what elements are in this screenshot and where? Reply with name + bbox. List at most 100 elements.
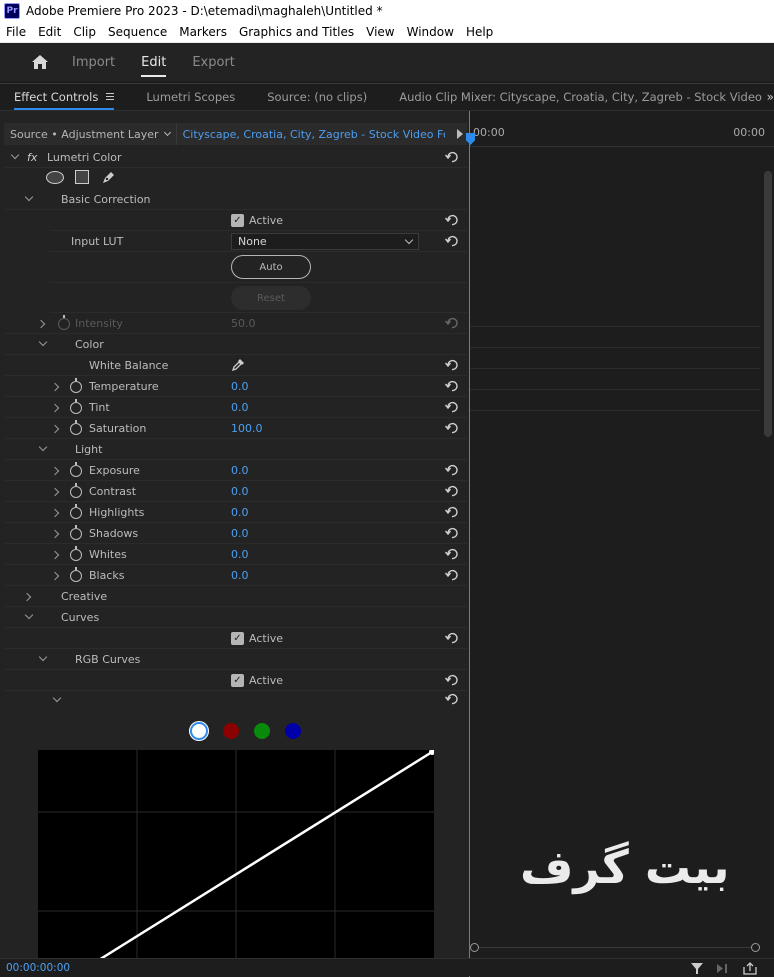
param-value[interactable]: 0.0 <box>231 464 249 477</box>
menu-window[interactable]: Window <box>407 25 454 39</box>
chevron-right-icon[interactable] <box>50 571 60 581</box>
reset-icon[interactable] <box>445 234 459 248</box>
scroll-start-handle[interactable] <box>470 943 479 952</box>
stopwatch-icon[interactable] <box>70 378 82 393</box>
param-value[interactable]: 100.0 <box>231 422 263 435</box>
stopwatch-icon[interactable] <box>70 567 82 582</box>
play-icon[interactable] <box>457 129 463 139</box>
rgb-curve-graph[interactable] <box>38 750 434 960</box>
menu-markers[interactable]: Markers <box>179 25 227 39</box>
chevron-right-icon[interactable] <box>50 403 60 413</box>
stopwatch-icon[interactable] <box>70 420 82 435</box>
curves-active-checkbox[interactable]: ✓ <box>231 631 244 645</box>
menu-view[interactable]: View <box>366 25 394 39</box>
stopwatch-icon[interactable] <box>70 462 82 477</box>
chevron-down-icon[interactable] <box>52 693 62 703</box>
section-basic-correction[interactable]: Basic Correction <box>4 189 467 210</box>
clip-label[interactable]: Cityscape, Croatia, City, Zagreb - Stock… <box>177 128 445 141</box>
auto-button[interactable]: Auto <box>231 255 311 279</box>
chevron-down-icon[interactable] <box>38 442 48 452</box>
play-only-audio-icon[interactable] <box>716 963 730 974</box>
param-value[interactable]: 0.0 <box>231 506 249 519</box>
chevron-right-icon[interactable] <box>50 529 60 539</box>
stopwatch-icon[interactable] <box>58 315 70 330</box>
reset-icon[interactable] <box>445 150 459 164</box>
export-frame-icon[interactable] <box>742 962 758 975</box>
reset-icon[interactable] <box>445 547 459 561</box>
ellipse-mask-icon[interactable] <box>46 171 64 184</box>
tab-effect-controls[interactable]: Effect Controls <box>14 90 115 110</box>
section-curves[interactable]: Curves <box>4 607 467 628</box>
channel-blue-dot[interactable] <box>285 723 301 739</box>
vertical-scrollbar[interactable] <box>764 171 772 437</box>
channel-green-dot[interactable] <box>254 723 270 739</box>
chevron-right-icon[interactable] <box>50 487 60 497</box>
intensity-row[interactable]: Intensity 50.0 <box>4 313 467 334</box>
menu-help[interactable]: Help <box>466 25 493 39</box>
section-rgb-curves[interactable]: RGB Curves <box>4 649 467 670</box>
param-row-saturation[interactable]: Saturation 100.0 <box>4 418 467 439</box>
horizontal-scrollbar[interactable] <box>470 943 760 955</box>
chevron-down-icon[interactable] <box>10 150 20 160</box>
chevron-down-icon[interactable] <box>38 652 48 662</box>
param-row-blacks[interactable]: Blacks 0.0 <box>4 565 467 586</box>
stopwatch-icon[interactable] <box>70 525 82 540</box>
nav-edit[interactable]: Edit <box>141 43 167 81</box>
channel-luma-dot[interactable] <box>190 722 208 740</box>
chevron-right-icon[interactable] <box>22 592 32 602</box>
section-color[interactable]: Color <box>4 334 467 355</box>
stopwatch-icon[interactable] <box>70 504 82 519</box>
current-timecode[interactable]: 00:00:00:00 <box>6 962 70 974</box>
param-row-exposure[interactable]: Exposure 0.0 <box>4 460 467 481</box>
reset-icon[interactable] <box>445 484 459 498</box>
reset-icon[interactable] <box>445 505 459 519</box>
basic-active-checkbox[interactable]: ✓ <box>231 213 244 227</box>
eyedropper-icon[interactable] <box>231 358 245 372</box>
section-creative[interactable]: Creative <box>4 586 467 607</box>
param-value[interactable]: 0.0 <box>231 527 249 540</box>
section-light[interactable]: Light <box>4 439 467 460</box>
param-value[interactable]: 0.0 <box>231 401 249 414</box>
tab-audio-clip-mixer[interactable]: Audio Clip Mixer: Cityscape, Croatia, Ci… <box>399 90 764 104</box>
nav-export[interactable]: Export <box>192 43 235 81</box>
chevron-right-icon[interactable] <box>50 466 60 476</box>
reset-icon[interactable] <box>445 379 459 393</box>
stopwatch-icon[interactable] <box>70 546 82 561</box>
chevron-right-icon[interactable] <box>50 424 60 434</box>
chevron-right-icon[interactable] <box>50 382 60 392</box>
time-ruler[interactable]: 00:00 00:00 <box>466 123 774 147</box>
chevron-down-icon[interactable] <box>24 610 34 620</box>
chevron-right-icon[interactable] <box>50 550 60 560</box>
scroll-end-handle[interactable] <box>751 943 760 952</box>
intensity-value[interactable]: 50.0 <box>231 317 256 330</box>
tab-source[interactable]: Source: (no clips) <box>267 90 367 104</box>
reset-button[interactable]: Reset <box>231 286 311 310</box>
menu-file[interactable]: File <box>6 25 26 39</box>
tab-lumetri-scopes[interactable]: Lumetri Scopes <box>146 90 235 104</box>
param-row-highlights[interactable]: Highlights 0.0 <box>4 502 467 523</box>
effect-row-lumetri[interactable]: fx Lumetri Color <box>4 147 467 168</box>
rgb-curves-active-checkbox[interactable]: ✓ <box>231 673 244 687</box>
reset-icon[interactable] <box>445 526 459 540</box>
param-value[interactable]: 0.0 <box>231 380 249 393</box>
param-row-shadows[interactable]: Shadows 0.0 <box>4 523 467 544</box>
input-lut-select[interactable]: None <box>231 232 419 250</box>
reset-icon[interactable] <box>445 213 459 227</box>
home-icon[interactable] <box>30 52 50 72</box>
chevron-down-icon[interactable] <box>24 192 34 202</box>
reset-icon[interactable] <box>445 358 459 372</box>
reset-icon[interactable] <box>445 400 459 414</box>
chevron-down-icon[interactable] <box>38 337 48 347</box>
param-value[interactable]: 0.0 <box>231 569 249 582</box>
param-value[interactable]: 0.0 <box>231 548 249 561</box>
param-row-whites[interactable]: Whites 0.0 <box>4 544 467 565</box>
reset-icon[interactable] <box>445 631 459 645</box>
reset-icon[interactable] <box>445 421 459 435</box>
tabs-overflow-icon[interactable]: » <box>767 90 774 104</box>
channel-red-dot[interactable] <box>223 723 239 739</box>
param-row-temperature[interactable]: Temperature 0.0 <box>4 376 467 397</box>
filter-icon[interactable] <box>690 962 704 975</box>
reset-icon[interactable] <box>445 568 459 582</box>
nav-import[interactable]: Import <box>72 43 115 81</box>
param-row-tint[interactable]: Tint 0.0 <box>4 397 467 418</box>
